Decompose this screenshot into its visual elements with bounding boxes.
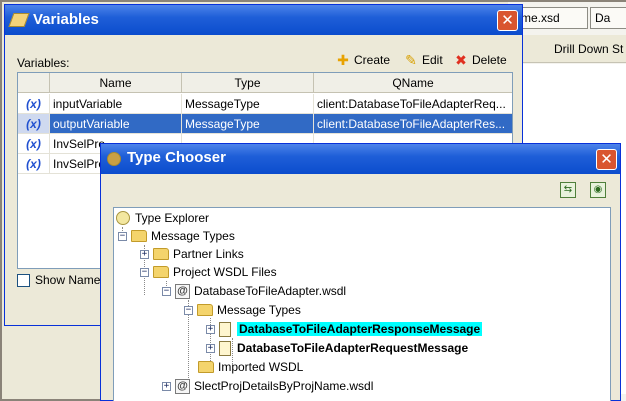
tree-node-label: Imported WSDL	[218, 360, 304, 374]
table-row-selected[interactable]: (x) outputVariable MessageType client:Da…	[18, 114, 512, 134]
variable-qname: client:DatabaseToFileAdapterRes...	[314, 114, 512, 134]
show-names-checkbox[interactable]	[17, 273, 30, 287]
tree-node-type-explorer[interactable]: Type Explorer	[116, 209, 209, 227]
name-column-header[interactable]: Name	[50, 73, 182, 93]
icon-column-header	[18, 73, 50, 93]
variable-type: MessageType	[182, 94, 314, 114]
delete-label: Delete	[472, 53, 507, 67]
expand-toggle-icon[interactable]: +	[140, 249, 149, 259]
variable-icon: (x)	[18, 94, 50, 114]
variables-dialog-title: Variables	[33, 11, 99, 28]
type-chooser-window-icon	[107, 152, 121, 166]
tree-node-imported-wsdl[interactable]: Imported WSDL	[198, 358, 303, 376]
import-wsdl-icon[interactable]: ◉	[590, 182, 606, 198]
show-names-option[interactable]: Show Names	[17, 273, 106, 287]
import-schema-icon[interactable]: ⇆	[560, 182, 576, 198]
variables-section-label: Variables:	[17, 56, 70, 70]
variable-type: MessageType	[182, 114, 314, 134]
create-label: Create	[354, 53, 391, 67]
tab-database[interactable]: Da	[590, 7, 626, 29]
tree-node-response-message[interactable]: + DatabaseToFileAdapterResponseMessage	[206, 320, 483, 338]
variables-close-button[interactable]: ✕	[497, 10, 518, 31]
tree-node-label: Project WSDL Files	[173, 265, 277, 279]
collapse-toggle-icon[interactable]: −	[162, 286, 171, 296]
tree-node-project-wsdl-files[interactable]: − Project WSDL Files	[140, 263, 277, 281]
type-explorer-tree: Type Explorer − Message Types + Partner …	[113, 207, 611, 401]
variables-table-header: Name Type QName	[18, 73, 512, 93]
collapse-toggle-icon[interactable]: −	[118, 231, 127, 241]
tree-node-message-types[interactable]: − Message Types	[118, 227, 235, 245]
collapse-toggle-icon[interactable]: −	[140, 267, 149, 277]
qname-column-header[interactable]: QName	[314, 73, 512, 93]
type-chooser-close-button[interactable]: ✕	[596, 149, 617, 170]
collapse-toggle-icon[interactable]: −	[184, 305, 193, 315]
type-chooser-toolbar: ⇆ ◉	[560, 182, 606, 198]
tree-node-label: DatabaseToFileAdapterRequestMessage	[237, 341, 469, 355]
variable-qname: client:DatabaseToFileAdapterReq...	[314, 94, 512, 114]
variables-titlebar[interactable]: Variables ✕	[5, 5, 522, 35]
edit-label: Edit	[422, 53, 443, 67]
delete-button[interactable]: ✖ Delete	[453, 50, 507, 70]
screen-frame: me.xsd Da Drill Down St Variables ✕ Vari…	[0, 0, 626, 401]
tree-node-wsdl-databasetofileadapter[interactable]: − @ DatabaseToFileAdapter.wsdl	[162, 282, 346, 300]
variable-icon: (x)	[18, 114, 50, 134]
tree-node-label: Partner Links	[173, 247, 244, 261]
tree-node-wsdl-message-types[interactable]: − Message Types	[184, 301, 301, 319]
folder-icon	[153, 248, 169, 260]
wsdl-file-icon: @	[175, 283, 190, 299]
create-icon: ✚	[337, 52, 349, 68]
create-button[interactable]: ✚ Create	[335, 50, 390, 70]
type-column-header[interactable]: Type	[182, 73, 314, 93]
variables-window-icon	[8, 13, 30, 27]
editor-toolbar: Drill Down St	[508, 35, 626, 63]
type-chooser-dialog: Type Chooser ✕ ⇆ ◉ Type Explorer − Messa…	[100, 143, 621, 401]
variable-name: outputVariable	[50, 114, 182, 134]
tree-node-label: Type Explorer	[135, 211, 210, 225]
drill-down-button[interactable]: Drill Down St	[554, 42, 623, 56]
expand-toggle-icon[interactable]: +	[162, 381, 171, 391]
delete-x-icon: ✖	[455, 52, 467, 68]
message-type-icon	[219, 321, 231, 337]
type-explorer-icon	[116, 211, 130, 225]
folder-icon	[198, 361, 214, 373]
variable-name: inputVariable	[50, 94, 182, 114]
tree-node-label: SlectProjDetailsByProjName.wsdl	[194, 379, 374, 393]
folder-icon	[153, 266, 169, 278]
show-names-label: Show Names	[35, 273, 107, 287]
tab-xsd[interactable]: me.xsd	[516, 7, 588, 29]
message-type-icon	[219, 340, 231, 356]
tree-node-wsdl-slectprojdetails[interactable]: + @ SlectProjDetailsByProjName.wsdl	[162, 377, 373, 395]
tree-node-label: Message Types	[151, 229, 235, 243]
expand-toggle-icon[interactable]: +	[206, 324, 215, 334]
table-row[interactable]: (x) inputVariable MessageType client:Dat…	[18, 94, 512, 114]
tree-node-label: Message Types	[217, 303, 301, 317]
tree-node-partner-links[interactable]: + Partner Links	[140, 245, 244, 263]
wsdl-file-icon: @	[175, 378, 190, 394]
folder-icon	[197, 304, 213, 316]
expand-toggle-icon[interactable]: +	[206, 343, 215, 353]
variable-icon: (x)	[18, 134, 50, 154]
edit-button[interactable]: ✎ Edit	[403, 50, 443, 70]
variable-icon: (x)	[18, 154, 50, 174]
tree-node-request-message[interactable]: + DatabaseToFileAdapterRequestMessage	[206, 339, 468, 357]
tree-node-label-selected: DatabaseToFileAdapterResponseMessage	[237, 322, 483, 336]
type-chooser-titlebar[interactable]: Type Chooser ✕	[101, 144, 620, 174]
type-chooser-title: Type Chooser	[127, 149, 226, 166]
pencil-icon: ✎	[405, 52, 417, 68]
folder-icon	[131, 230, 147, 242]
tree-node-label: DatabaseToFileAdapter.wsdl	[194, 284, 347, 298]
